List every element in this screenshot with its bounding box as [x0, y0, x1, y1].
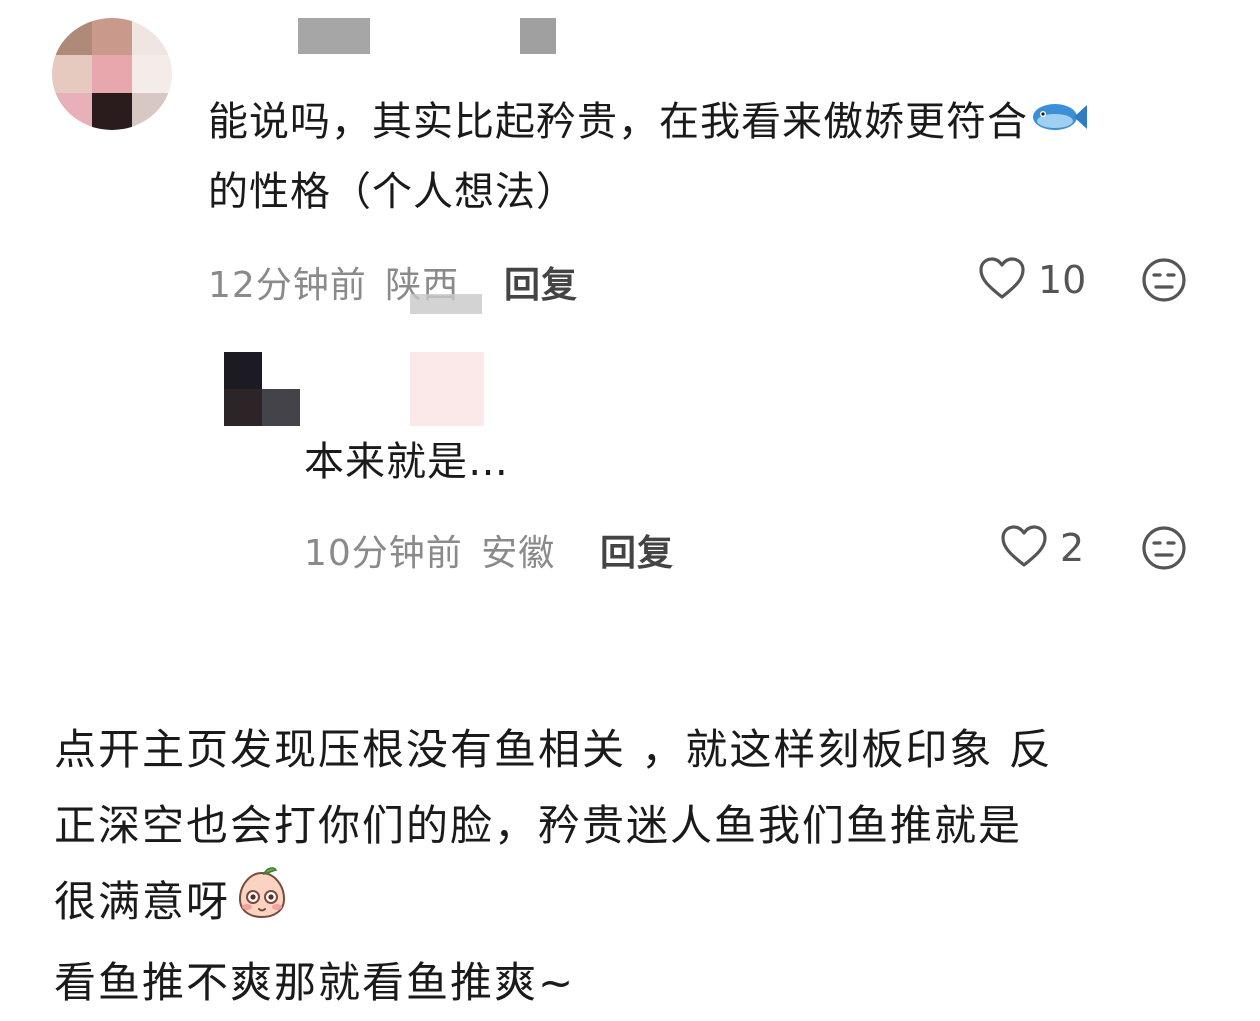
reply-time: 10分钟前	[304, 533, 463, 574]
peach-face-emoji-icon	[234, 865, 290, 945]
replier-avatar[interactable]	[224, 352, 300, 426]
reply-dislike-button[interactable]	[1140, 524, 1188, 576]
reply-like-button[interactable]: 2	[1000, 524, 1084, 572]
post-body: 点开主页发现压根没有鱼相关 ，就这样刻板印象 反 正深空也会打你们的脸，矜贵迷人…	[54, 712, 1244, 1021]
post-body-line1: 点开主页发现压根没有鱼相关 ，就这样刻板印象 反	[54, 725, 1053, 774]
commenter-avatar[interactable]	[52, 18, 172, 130]
reply-like-count: 2	[1060, 526, 1085, 570]
location-mosaic	[410, 294, 482, 314]
commenter-name-redacted[interactable]	[298, 18, 370, 54]
comment-like-button[interactable]: 10	[978, 256, 1086, 304]
comment-text: 能说吗，其实比起矜贵，在我看来傲娇更符合 的性格（个人想法）	[208, 88, 1208, 226]
fish-icon	[1030, 90, 1088, 158]
reply-meta: 10分钟前 安徽	[304, 524, 555, 576]
post-body-line4: 看鱼推不爽那就看鱼推爽~	[54, 957, 576, 1007]
commenter-badge-redacted	[520, 18, 556, 54]
post-body-line2: 正深空也会打你们的脸，矜贵迷人鱼我们鱼推就是	[54, 801, 1023, 850]
comment-reply-button[interactable]: 回复	[504, 256, 578, 308]
reply-reply-button[interactable]: 回复	[600, 524, 674, 576]
replier-name-redacted[interactable]	[410, 352, 484, 426]
heart-icon	[978, 256, 1026, 304]
comment-text-line2: 的性格（个人想法）	[208, 169, 577, 215]
post-body-line3: 很满意呀	[54, 877, 231, 926]
reply-text: 本来就是…	[304, 439, 509, 485]
heart-icon	[1000, 524, 1048, 572]
reply-location: 安徽	[481, 533, 556, 574]
comment-text-line1: 能说吗，其实比起矜贵，在我看来傲娇更符合	[208, 99, 1028, 145]
post-body-line3-wrap: 很满意呀	[54, 864, 1244, 945]
comment-like-count: 10	[1038, 258, 1087, 302]
neutral-face-icon	[1140, 258, 1188, 308]
neutral-face-icon	[1140, 526, 1188, 576]
comment-time: 12分钟前	[208, 265, 367, 306]
comment-dislike-button[interactable]	[1140, 256, 1188, 308]
